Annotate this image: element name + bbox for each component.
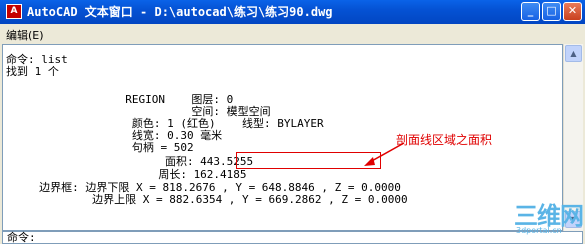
close-button[interactable]: ✕ xyxy=(563,2,582,21)
text-line: 句柄 = 502 xyxy=(6,141,194,154)
text-line: 找到 1 个 xyxy=(6,65,59,78)
site-watermark-logo: 三维网 3dportal.cn xyxy=(514,196,584,242)
minimize-button[interactable]: _ xyxy=(521,2,540,21)
autocad-app-icon[interactable]: A xyxy=(6,4,22,19)
command-line[interactable]: 命令: xyxy=(2,231,583,244)
menu-edit[interactable]: 编辑(E) xyxy=(6,27,44,43)
text-line: 边界上限 X = 882.6354 , Y = 669.2862 , Z = 0… xyxy=(6,193,408,206)
watermark-sub-text: 3dportal.cn xyxy=(516,226,562,235)
menu-bar: 编辑(E) xyxy=(0,24,585,44)
window-title: AutoCAD 文本窗口 - D:\autocad\练习\练习90.dwg xyxy=(27,5,333,19)
title-bar: A AutoCAD 文本窗口 - D:\autocad\练习\练习90.dwg … xyxy=(0,0,585,24)
command-prompt-label: 命令: xyxy=(7,231,36,244)
scroll-up-arrow-icon[interactable]: ▲ xyxy=(565,45,582,62)
annotation-label: 剖面线区域之面积 xyxy=(396,133,493,147)
text-line: 周长: 162.4185 xyxy=(6,168,247,181)
maximize-button[interactable]: □ xyxy=(542,2,561,21)
area-text-line: 面积: 443.5255 xyxy=(6,155,254,168)
